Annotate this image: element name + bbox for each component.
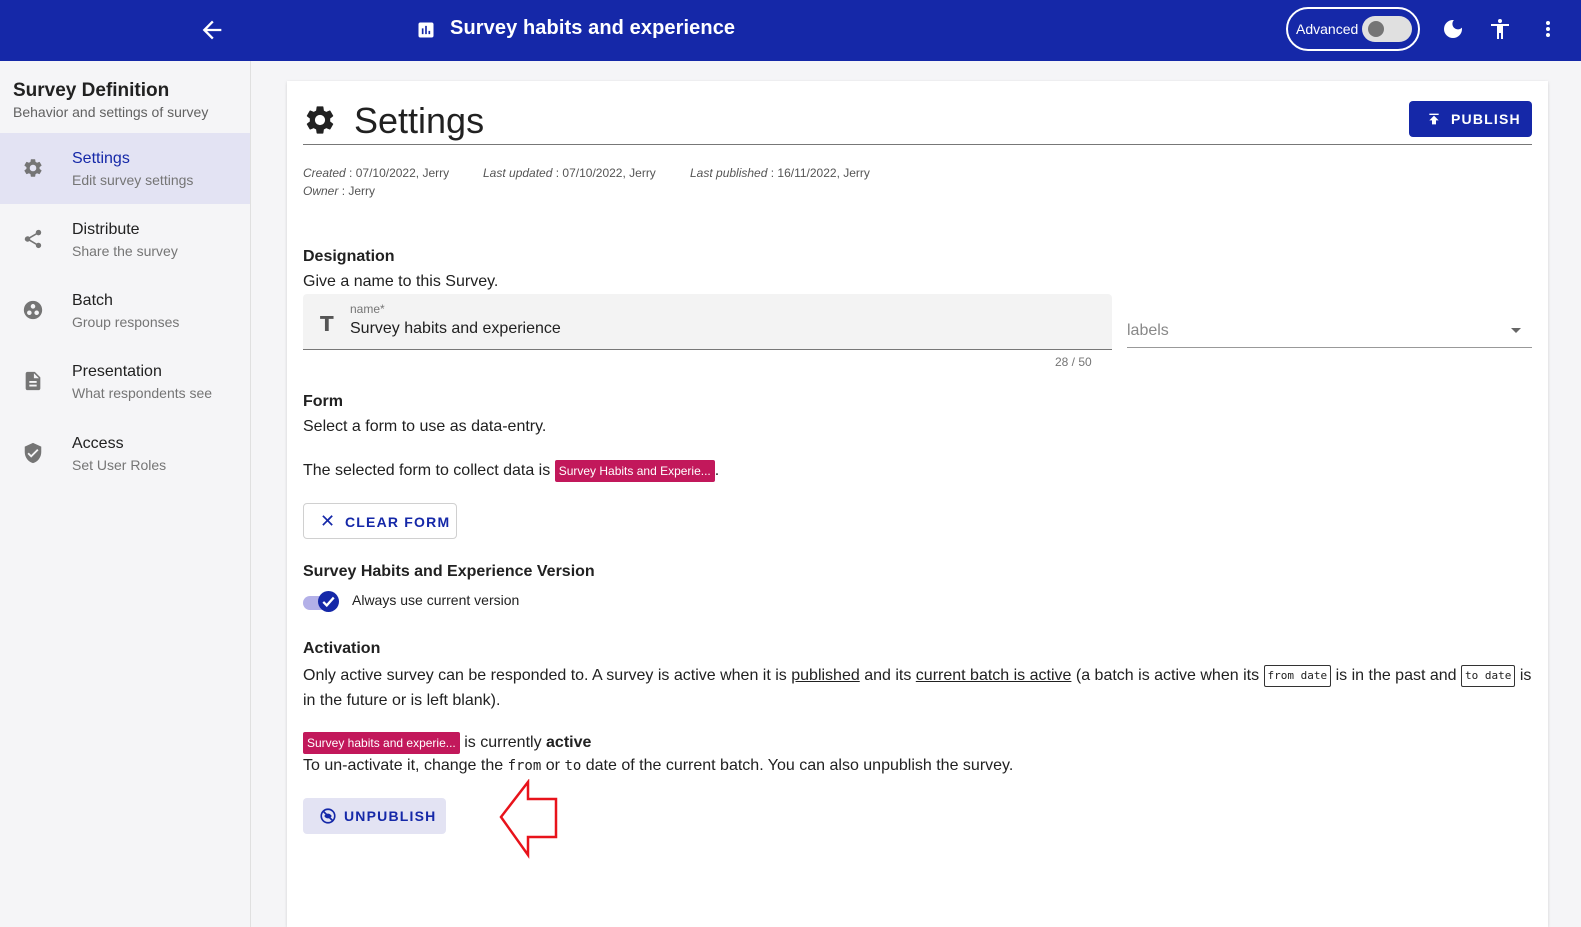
sidebar-title: Survey Definition [13,80,170,101]
accessibility-icon[interactable] [1488,17,1512,41]
activation-heading: Activation [303,640,381,657]
publish-icon [1429,113,1439,125]
form-heading: Form [303,393,343,410]
settings-heading: Settings [354,100,485,141]
annotation-arrow-icon [499,779,558,859]
current-batch-link[interactable]: current batch is active [916,667,1072,684]
name-field-label: name* [350,302,385,316]
toggle-knob [318,591,339,612]
sidebar-subtitle: Behavior and settings of survey [13,104,209,120]
sidebar-item-label: Access [72,435,124,452]
settings-gear-icon [306,106,334,134]
dark-mode-icon[interactable] [1441,17,1465,41]
gear-icon [24,159,42,177]
sidebar-item-access[interactable]: Access Set User Roles [0,418,250,489]
publish-label: PUBLISH [1451,111,1521,127]
sidebar-item-label: Settings [72,150,130,167]
to-date-code: to date [1461,664,1516,687]
name-char-counter: 28 / 50 [1055,355,1092,369]
selected-form-chip[interactable]: Survey Habits and Experie... [554,460,715,482]
share-icon [24,229,42,249]
form-text: Select a form to use as data-entry. [303,418,547,435]
sidebar-item-sublabel: Set User Roles [72,457,167,473]
activation-status: Survey habits and experie... is currentl… [303,732,591,754]
settings-card: Settings PUBLISH Created : 07/10/2022, J… [287,81,1548,927]
unpublish-button[interactable]: UNPUBLISH [303,798,446,834]
check-icon [322,596,335,608]
sidebar-item-sublabel: Edit survey settings [72,172,194,188]
sidebar-item-label: Batch [72,292,113,309]
unpublish-label: UNPUBLISH [344,808,437,824]
card-header: Settings [303,100,1532,145]
page-title: Survey habits and experience [450,17,736,39]
sidebar-item-sublabel: What respondents see [72,385,213,401]
shield-icon [24,442,42,464]
name-field-value[interactable]: Survey habits and experience [350,320,561,338]
document-icon [25,371,41,391]
selected-form-line: The selected form to collect data is Sur… [303,460,719,482]
published-link[interactable]: published [791,667,860,684]
close-icon: ✕ [320,511,337,531]
current-version-label: Always use current version [352,592,520,608]
unpublish-icon [320,808,336,824]
sidebar-item-label: Presentation [72,363,162,380]
sidebar-item-presentation[interactable]: Presentation What respondents see [0,346,250,417]
name-field[interactable]: T name* Survey habits and experience [303,294,1112,350]
from-date-code: from date [1263,664,1332,687]
version-heading: Survey Habits and Experience Version [303,563,595,580]
advanced-toggle[interactable]: Advanced [1286,7,1420,51]
clear-form-button[interactable]: ✕ CLEAR FORM [303,503,457,539]
sidebar: Survey Definition Behavior and settings … [0,61,251,927]
sidebar-item-batch[interactable]: Batch Group responses [0,275,250,346]
activation-hint: To un-activate it, change the from or to… [303,757,1014,774]
dropdown-arrow-icon[interactable] [1511,328,1521,333]
meta-updated: Last updated : 07/10/2022, Jerry [483,166,656,180]
meta-published: Last published : 16/11/2022, Jerry [690,166,870,180]
publish-button[interactable]: PUBLISH [1409,101,1532,137]
labels-placeholder: labels [1127,322,1169,339]
advanced-label: Advanced [1296,21,1359,37]
sidebar-item-settings[interactable]: Settings Edit survey settings [0,133,250,204]
clear-form-label: CLEAR FORM [345,514,451,530]
sidebar-item-distribute[interactable]: Distribute Share the survey [0,204,250,275]
advanced-switch-knob [1368,21,1384,37]
sidebar-item-sublabel: Group responses [72,314,180,330]
designation-text: Give a name to this Survey. [303,273,499,290]
survey-chip[interactable]: Survey habits and experie... [303,732,460,754]
designation-heading: Designation [303,248,395,265]
more-vert-icon[interactable] [1536,17,1560,41]
app-bar: Survey habits and experience Advanced [0,0,1581,61]
activation-text: Only active survey can be responded to. … [303,663,1533,713]
survey-chart-icon [418,22,434,38]
sidebar-item-sublabel: Share the survey [72,243,178,259]
advanced-switch[interactable] [1362,16,1412,42]
text-format-icon: T [320,312,334,336]
meta-created: Created : 07/10/2022, Jerry [303,166,450,180]
meta-owner: Owner : Jerry [303,184,376,198]
sidebar-item-label: Distribute [72,221,140,238]
current-version-toggle[interactable] [303,591,339,612]
labels-select[interactable]: labels [1127,308,1532,348]
back-arrow-icon[interactable] [198,16,226,44]
batch-icon [23,300,43,320]
